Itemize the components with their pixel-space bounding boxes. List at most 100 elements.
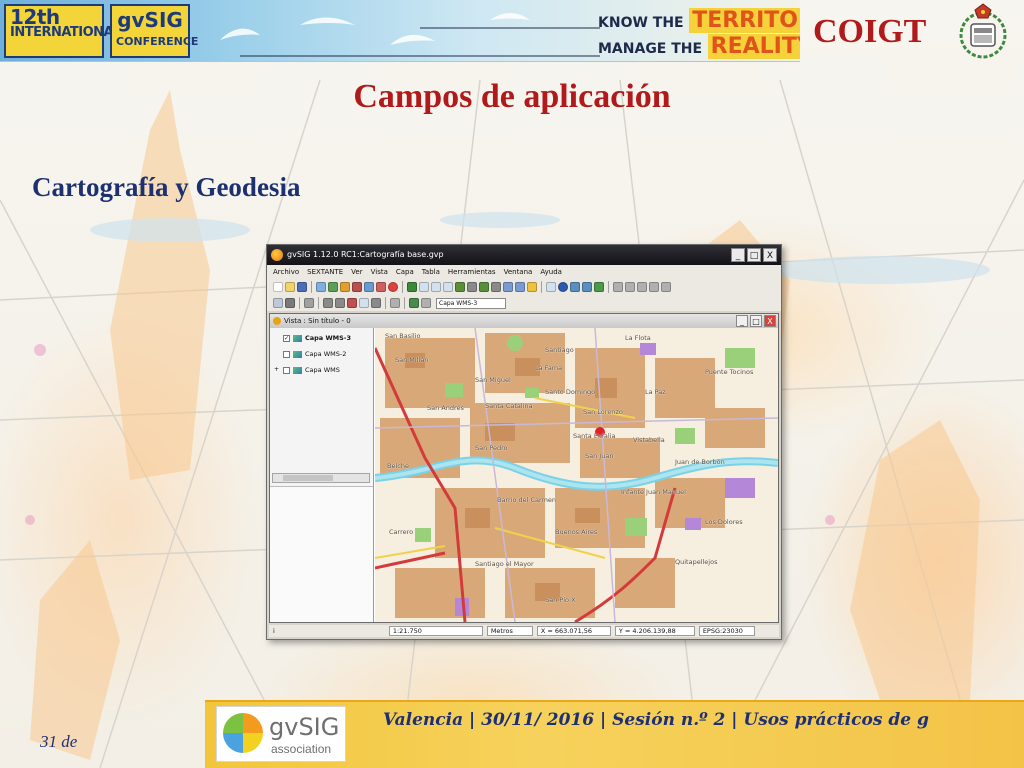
- measure-icon[interactable]: [570, 282, 580, 292]
- wms-layer-icon: [293, 350, 302, 358]
- open-folder-icon[interactable]: [285, 282, 295, 292]
- logo-subtitle: association: [271, 742, 332, 756]
- footer-text: Valencia | 30/11/ 2016 | Sesión n.º 2 | …: [383, 710, 929, 730]
- tool-icon[interactable]: [390, 298, 400, 308]
- map-canvas[interactable]: San Basilio San Millán La Flota Santiago…: [375, 328, 778, 622]
- zoom-icon[interactable]: [443, 282, 453, 292]
- minimize-button[interactable]: _: [731, 248, 745, 262]
- select-icon[interactable]: [546, 282, 556, 292]
- tree-expander-icon[interactable]: [274, 351, 280, 357]
- zoom-layer-icon[interactable]: [479, 282, 489, 292]
- tool-icon[interactable]: [347, 298, 357, 308]
- tool-icon[interactable]: [364, 282, 374, 292]
- tool-icon[interactable]: [273, 298, 283, 308]
- tool-icon[interactable]: [407, 282, 417, 292]
- pan-icon[interactable]: [503, 282, 513, 292]
- toolbar-separator: [299, 297, 300, 309]
- maximize-button[interactable]: □: [747, 248, 761, 262]
- tool-icon[interactable]: [594, 282, 604, 292]
- badge-gvsig-name: gvSIG: [117, 8, 183, 32]
- zoom-out-icon[interactable]: [431, 282, 441, 292]
- toolbar-separator: [541, 281, 542, 293]
- badge-conference: CONFERENCE: [116, 35, 199, 48]
- arrow-icon[interactable]: [515, 282, 525, 292]
- zoom-prev-icon[interactable]: [467, 282, 477, 292]
- toolbar-separator: [404, 297, 405, 309]
- map-label: Barrio del Carmen: [497, 496, 557, 504]
- toc-horizontal-scrollbar[interactable]: [272, 473, 370, 483]
- zoom-select-icon[interactable]: [491, 282, 501, 292]
- map-label: Santa Eulalia: [573, 432, 616, 440]
- tool-icon[interactable]: [421, 298, 431, 308]
- gvsig-app-icon: [271, 249, 283, 261]
- scrollbar-thumb[interactable]: [283, 475, 333, 481]
- layer-label: Capa WMS: [305, 366, 340, 374]
- hand-icon[interactable]: [527, 282, 537, 292]
- layer-label: Capa WMS-3: [305, 334, 351, 342]
- badge-international: INTERNATIONAL: [10, 25, 121, 40]
- toolbar-separator: [402, 281, 403, 293]
- view-maximize-button[interactable]: □: [750, 315, 762, 327]
- view-close-button[interactable]: X: [764, 315, 776, 327]
- tree-expander-icon[interactable]: [274, 335, 280, 341]
- target-icon[interactable]: [388, 282, 398, 292]
- tool-icon[interactable]: [613, 282, 623, 292]
- menu-tabla[interactable]: Tabla: [422, 265, 440, 279]
- map-label: Vistabella: [633, 436, 665, 444]
- menu-archivo[interactable]: Archivo: [273, 265, 299, 279]
- menu-vista[interactable]: Vista: [371, 265, 388, 279]
- tool-icon[interactable]: [649, 282, 659, 292]
- new-file-icon[interactable]: [273, 282, 283, 292]
- view-icon: [273, 317, 281, 325]
- wms-layer-icon: [293, 334, 302, 342]
- menu-herramientas[interactable]: Herramientas: [448, 265, 496, 279]
- units-select[interactable]: Metros: [486, 626, 533, 636]
- crs-indicator: EPSG:23030: [698, 626, 755, 636]
- tool-icon[interactable]: [304, 298, 314, 308]
- gvsig-logo-icon: [223, 713, 263, 753]
- tool-icon[interactable]: [625, 282, 635, 292]
- menu-ayuda[interactable]: Ayuda: [540, 265, 562, 279]
- tool-icon[interactable]: [335, 298, 345, 308]
- menu-ventana[interactable]: Ventana: [504, 265, 533, 279]
- table-icon[interactable]: [340, 282, 350, 292]
- tool-icon[interactable]: [359, 298, 369, 308]
- zoom-in-icon[interactable]: [419, 282, 429, 292]
- add-layer-icon[interactable]: [316, 282, 326, 292]
- layer-checkbox[interactable]: [283, 350, 290, 358]
- map-label: La Paz: [645, 388, 666, 396]
- layout-icon[interactable]: [352, 282, 362, 292]
- tool-icon[interactable]: [285, 298, 295, 308]
- toc-layer[interactable]: ✓ Capa WMS-3: [274, 332, 351, 344]
- toolbar-separator: [385, 297, 386, 309]
- tool-icon[interactable]: [323, 298, 333, 308]
- tool-icon[interactable]: [371, 298, 381, 308]
- save-icon[interactable]: [297, 282, 307, 292]
- active-layer-select[interactable]: Capa WMS-3: [436, 297, 506, 309]
- layer-checkbox[interactable]: [283, 366, 290, 374]
- layer-icon[interactable]: [328, 282, 338, 292]
- slide-title: Campos de aplicación: [353, 78, 671, 115]
- know-the-territory-slogan: KNOW THE TERRITORY MANAGE THE REALITY: [598, 6, 800, 59]
- area-icon[interactable]: [582, 282, 592, 292]
- menu-sextante[interactable]: SEXTANTE: [307, 265, 343, 279]
- close-button[interactable]: X: [763, 248, 777, 262]
- y-coordinate: Y = 4.206.139,88: [614, 626, 695, 636]
- tool-icon[interactable]: [409, 298, 419, 308]
- map-label: Santo Domingo: [545, 388, 596, 396]
- scale-input[interactable]: 1:21.750: [388, 626, 483, 636]
- map-label: La Flota: [625, 334, 651, 342]
- menu-ver[interactable]: Ver: [351, 265, 362, 279]
- toc-layer[interactable]: + Capa WMS: [274, 364, 340, 376]
- tree-expander-icon[interactable]: +: [274, 367, 280, 373]
- layer-checkbox[interactable]: ✓: [283, 334, 290, 342]
- menu-capa[interactable]: Capa: [396, 265, 414, 279]
- info-icon[interactable]: [558, 282, 568, 292]
- tool-icon[interactable]: [661, 282, 671, 292]
- tool-icon[interactable]: [637, 282, 647, 292]
- view-minimize-button[interactable]: _: [736, 315, 748, 327]
- zoom-all-icon[interactable]: [455, 282, 465, 292]
- tool-icon[interactable]: [376, 282, 386, 292]
- toc-layer[interactable]: Capa WMS-2: [274, 348, 346, 360]
- crest-icon: [959, 3, 1007, 59]
